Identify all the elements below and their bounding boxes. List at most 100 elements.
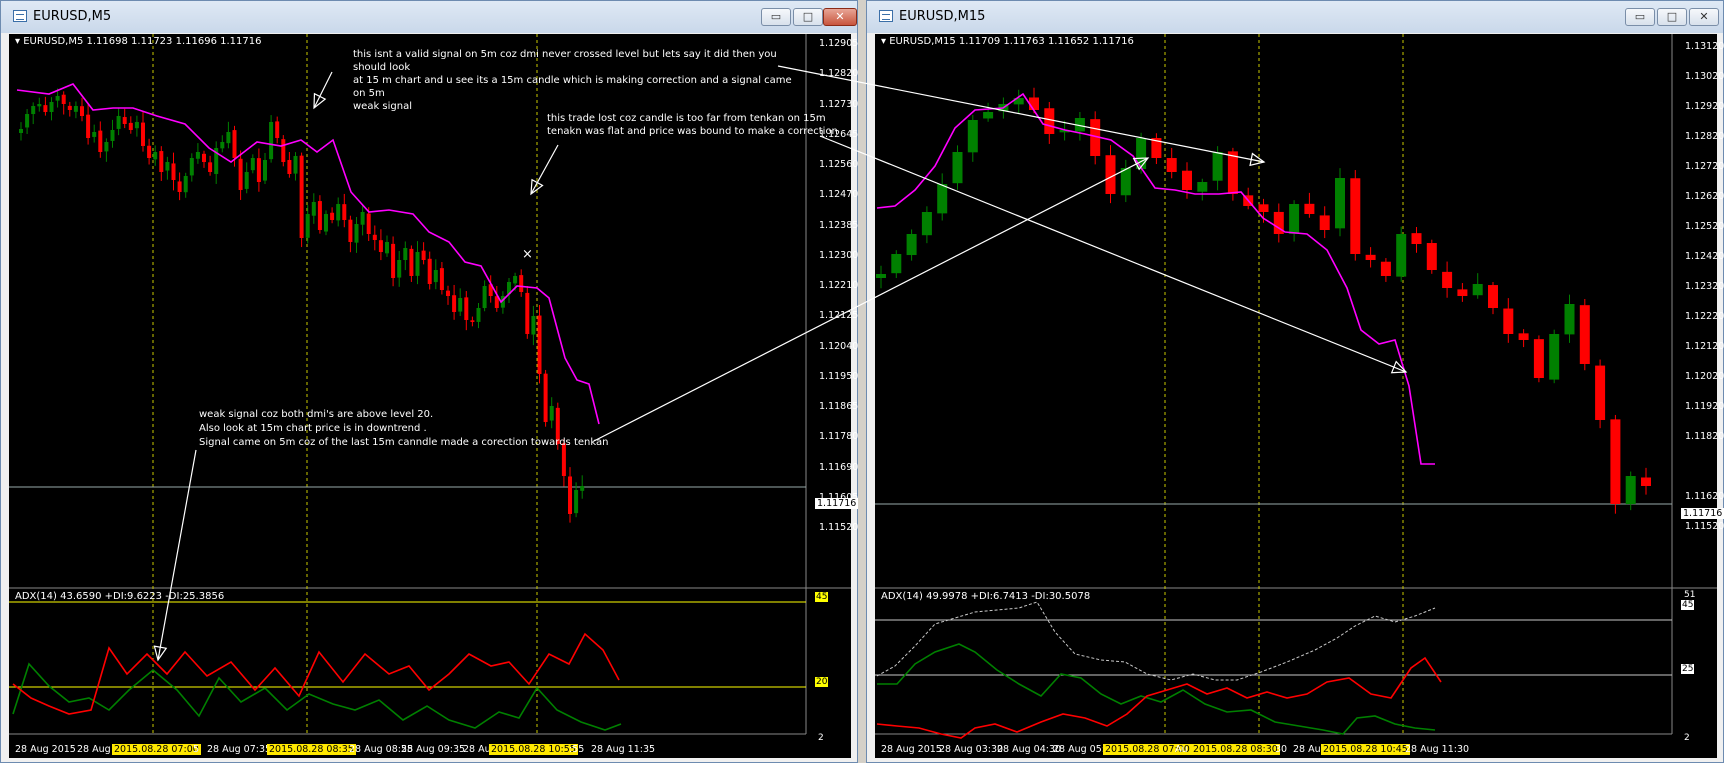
close-button[interactable]: ✕ — [1689, 8, 1719, 26]
candle-body — [342, 204, 347, 220]
candle-body — [568, 476, 572, 514]
left-chart-window[interactable]: EURUSD,M5 ▭ □ ✕ ▾ EURUSD,M5 1.11698 1.11… — [0, 0, 859, 763]
candle-body — [37, 104, 42, 107]
chart-menu-triangle-icon[interactable]: ▾ — [15, 36, 20, 47]
left-chart-canvas[interactable] — [9, 34, 851, 758]
candle-body — [165, 162, 170, 171]
candle-body — [906, 234, 917, 256]
candle-body — [348, 219, 353, 242]
time-axis-label: 28 Au — [463, 744, 491, 755]
price-axis-label: 1.12210 — [819, 280, 859, 291]
candle-body — [299, 155, 304, 238]
candle-body — [104, 142, 109, 152]
close-button[interactable]: ✕ — [823, 8, 857, 26]
candle-body — [1641, 477, 1651, 486]
time-axis-marker: 2015.08.28 08:35 — [267, 744, 356, 755]
candle-body — [391, 243, 396, 278]
price-axis-label: 1.12385 — [819, 219, 859, 231]
candle-body — [98, 130, 103, 152]
price-axis-label: 1.11780 — [819, 431, 859, 443]
price-axis-label: 1.12820 — [1685, 131, 1724, 142]
price-axis-label: 1.12620 — [1685, 191, 1724, 202]
tenkan-line — [16, 83, 600, 425]
maximize-button[interactable]: □ — [793, 8, 823, 26]
candle-body — [1258, 204, 1269, 212]
candle-body — [43, 105, 48, 112]
candle-body — [1151, 138, 1162, 158]
candle-body — [73, 106, 78, 112]
right-titlebar[interactable]: EURUSD,M15 ▭ □ ✕ — [867, 1, 1723, 33]
candle-body — [458, 298, 463, 312]
time-axis-label: 28 Aug 11:30 — [1405, 744, 1470, 755]
candle-body — [1396, 234, 1407, 277]
right-chart-canvas[interactable] — [875, 34, 1717, 758]
candle-body — [330, 212, 335, 220]
minimize-button[interactable]: ▭ — [761, 8, 791, 26]
candle-body — [452, 295, 457, 312]
candle-body — [372, 234, 377, 240]
candle-body — [580, 486, 585, 491]
candle-body — [1029, 97, 1039, 110]
candle-body — [1503, 308, 1514, 334]
candle-body — [427, 258, 432, 284]
candle-body — [49, 102, 54, 112]
candle-body — [378, 240, 383, 252]
price-axis-label: 1.12320 — [1685, 281, 1724, 292]
price-axis-label: 1.12920 — [1685, 101, 1724, 112]
candle-body — [92, 132, 97, 137]
candle-body — [1564, 304, 1575, 335]
left-level-2: 2 — [818, 733, 824, 743]
price-axis-label: 1.12420 — [1685, 251, 1724, 262]
time-axis-label: 28 Aug 03:30 — [939, 744, 1004, 755]
candle-body — [1442, 271, 1453, 288]
candle-body — [952, 152, 963, 184]
time-axis-label: Au — [1175, 744, 1188, 755]
candle-body — [1074, 118, 1085, 132]
candle-body — [876, 274, 886, 278]
candle-body — [525, 292, 530, 334]
candle-body — [537, 315, 542, 374]
price-axis-label: 1.11950 — [819, 370, 859, 382]
time-axis-label: 30 — [1275, 744, 1288, 755]
price-axis-label: 1.11920 — [1685, 401, 1724, 412]
time-axis-label: 28 Aug 2015 — [15, 744, 76, 755]
chart-menu-triangle-icon[interactable]: ▾ — [881, 36, 886, 47]
price-axis-label: 1.12645 — [819, 128, 859, 140]
candle-body — [1472, 284, 1483, 296]
minimize-button[interactable]: ▭ — [1625, 8, 1655, 26]
candle-body — [183, 176, 188, 193]
price-axis-label: 1.12720 — [1685, 161, 1724, 172]
time-axis-label: 28 Aug 04:30 — [997, 744, 1062, 755]
right-chart-area[interactable]: ▾ EURUSD,M15 1.11709 1.11763 1.11652 1.1… — [875, 34, 1724, 758]
candle-body — [281, 139, 286, 162]
left-window-title: EURUSD,M5 — [33, 9, 112, 24]
candle-body — [470, 320, 475, 322]
candle-body — [134, 122, 139, 129]
candle-body — [244, 172, 249, 189]
candle-body — [86, 114, 91, 138]
candle-body — [415, 252, 420, 276]
candle-body — [433, 270, 438, 283]
candle-body — [1549, 334, 1560, 380]
left-titlebar[interactable]: EURUSD,M5 ▭ □ ✕ — [1, 1, 857, 33]
left-chart-area[interactable]: ▾ EURUSD,M5 1.11698 1.11723 1.11696 1.11… — [9, 34, 859, 758]
candle-body — [360, 212, 365, 225]
price-axis-label: 1.13020 — [1685, 71, 1724, 82]
maximize-button[interactable]: □ — [1657, 8, 1687, 26]
candle-body — [1289, 204, 1300, 234]
candle-body — [287, 160, 292, 174]
candle-body — [116, 116, 121, 129]
candle-body — [263, 160, 267, 181]
right-chart-window[interactable]: EURUSD,M15 ▭ □ ✕ ▾ EURUSD,M15 1.11709 1.… — [866, 0, 1724, 763]
candle-body — [67, 105, 72, 110]
candle-body — [531, 316, 536, 335]
candle-body — [421, 250, 426, 260]
candle-body — [464, 297, 469, 320]
candle-body — [269, 122, 274, 160]
left-chart-header: EURUSD,M5 1.11698 1.11723 1.11696 1.1171… — [23, 36, 262, 47]
price-axis-label: 1.11620 — [1685, 491, 1724, 502]
candle-body — [1595, 365, 1606, 420]
candle-body — [122, 117, 127, 124]
window-icon — [13, 10, 27, 22]
candle-body — [1304, 203, 1315, 214]
